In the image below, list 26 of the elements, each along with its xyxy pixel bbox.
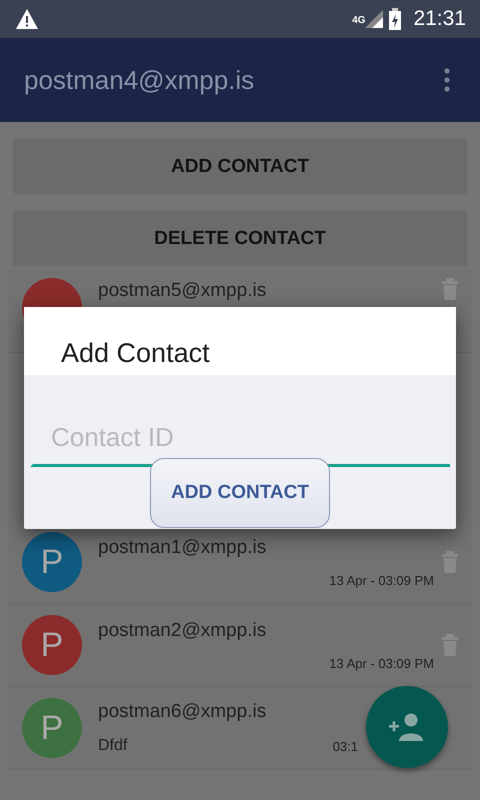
trash-icon[interactable] [442,551,458,573]
message-preview: Dfdf [98,737,128,755]
network-label: 4G [352,15,366,26]
avatar: P [22,615,82,675]
account-title: postman4@xmpp.is [24,64,254,96]
contact-name: postman5@xmpp.is [98,280,268,302]
contact-name: postman6@xmpp.is [98,701,268,723]
trash-icon[interactable] [442,634,458,656]
battery-icon [389,8,402,30]
action-button[interactable]: DELETE CONTACT [13,211,467,266]
message-time: 03:1 [332,738,358,754]
warning-icon [15,8,39,30]
avatar: P [22,698,82,758]
message-time: 13 Apr - 03:09 PM [329,572,434,588]
action-button[interactable]: ADD CONTACT [13,139,467,194]
contact-name: postman1@xmpp.is [98,536,268,558]
signal-icon [365,9,384,29]
clock: 21:31 [413,7,466,31]
more-options-icon[interactable] [444,68,450,92]
message-time: 13 Apr - 03:09 PM [329,656,434,670]
contact-name: postman2@xmpp.is [98,620,268,642]
add-contact-button[interactable]: ADD CONTACT [150,458,330,528]
trash-icon[interactable] [442,278,458,300]
avatar: P [22,532,82,592]
add-person-icon [389,713,425,741]
dialog-title: Add Contact [61,338,210,369]
